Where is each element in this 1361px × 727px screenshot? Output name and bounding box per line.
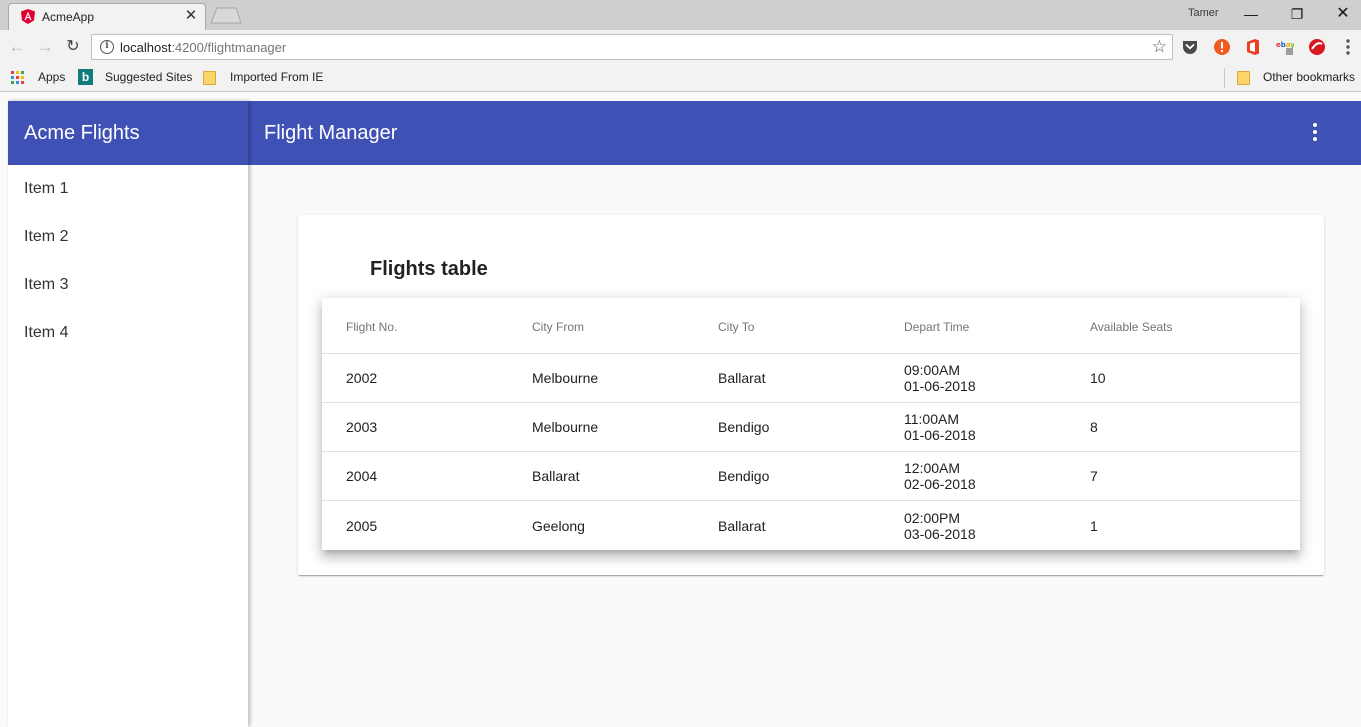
cell-city-to: Bendigo (718, 468, 770, 484)
tab-title: AcmeApp (42, 10, 95, 24)
table-row[interactable]: 2005 Geelong Ballarat 02:00PM 03-06-2018 … (322, 501, 1300, 550)
cell-available-seats: 7 (1090, 468, 1098, 484)
column-header-available-seats[interactable]: Available Seats (1090, 298, 1276, 353)
cell-city-from: Geelong (532, 517, 585, 534)
more-vert-icon[interactable] (1303, 121, 1327, 145)
sidenav-item-4[interactable]: Item 4 (8, 309, 248, 357)
bookmark-star-icon[interactable]: ☆ (1152, 37, 1167, 57)
cell-flight-no: 2004 (346, 468, 378, 484)
column-header-flight-no[interactable]: Flight No. (322, 298, 532, 353)
sidenav-item-1[interactable]: Item 1 (8, 165, 248, 213)
office-extension-icon[interactable] (1244, 38, 1262, 56)
new-tab-button[interactable] (210, 7, 242, 24)
pocket-extension-icon[interactable] (1181, 38, 1199, 56)
cell-city-from: Melbourne (532, 419, 599, 435)
close-window-icon[interactable]: ✕ (1320, 0, 1361, 28)
angular-icon (21, 9, 35, 24)
cell-available-seats: 1 (1090, 517, 1098, 534)
forward-arrow-icon[interactable]: → (34, 36, 56, 58)
cell-city-to: Ballarat (718, 370, 766, 386)
browser-tab[interactable]: AcmeApp ✕ (8, 3, 206, 30)
reload-icon[interactable]: ↻ (62, 36, 84, 58)
bookmark-other-bookmarks[interactable]: Other bookmarks (1263, 70, 1355, 84)
folder-icon (203, 71, 216, 85)
url-host: localhost (120, 40, 172, 55)
card-title: Flights table (370, 258, 488, 280)
url-path: :4200/flightmanager (171, 40, 287, 55)
cell-available-seats: 10 (1090, 370, 1106, 386)
table-header-row: Flight No. City From City To Depart Time… (322, 298, 1300, 354)
table-row[interactable]: 2002 Melbourne Ballarat 09:00AM 01-06-201… (322, 354, 1300, 403)
ebay-extension-icon[interactable]: ebay (1276, 38, 1294, 56)
bookmark-imported-from-ie[interactable]: Imported From IE (230, 70, 323, 84)
cell-city-from: Ballarat (532, 468, 580, 484)
minimize-icon[interactable]: — (1228, 0, 1274, 28)
browser-toolbar: ← → ↻ i localhost:4200/flightmanager ☆ e… (0, 30, 1361, 64)
restore-icon[interactable]: ❐ (1274, 0, 1320, 28)
cell-flight-no: 2003 (346, 419, 378, 435)
cell-available-seats: 8 (1090, 419, 1098, 435)
app-container: Acme Flights Item 1 Item 2 Item 3 Item 4… (8, 101, 1361, 727)
cell-city-to: Ballarat (718, 517, 766, 534)
cell-depart-time: 12:00AM 02-06-2018 (904, 460, 976, 492)
column-header-city-from[interactable]: City From (532, 298, 718, 353)
profile-name[interactable]: Tamer (1188, 7, 1219, 19)
sidenav-item-3[interactable]: Item 3 (8, 261, 248, 309)
address-bar[interactable]: i localhost:4200/flightmanager ☆ (91, 34, 1173, 60)
flights-table: Flight No. City From City To Depart Time… (322, 298, 1300, 550)
tab-close-icon[interactable]: ✕ (182, 7, 200, 25)
cell-city-to: Bendigo (718, 419, 770, 435)
url-text[interactable]: localhost:4200/flightmanager (120, 40, 286, 55)
table-row[interactable]: 2003 Melbourne Bendigo 11:00AM 01-06-2018… (322, 403, 1300, 452)
bookmarks-bar: Apps b Suggested Sites Imported From IE … (0, 64, 1361, 92)
column-header-city-to[interactable]: City To (718, 298, 904, 353)
page-title: Flight Manager (264, 122, 398, 144)
info-icon[interactable]: i (100, 40, 114, 54)
bookmark-suggested-sites[interactable]: Suggested Sites (105, 70, 192, 84)
table-row[interactable]: 2004 Ballarat Bendigo 12:00AM 02-06-2018 … (322, 452, 1300, 501)
app-toolbar: Flight Manager (248, 101, 1361, 165)
trend-micro-extension-icon[interactable] (1308, 38, 1326, 56)
bookmark-apps[interactable]: Apps (38, 70, 65, 84)
browser-titlebar: AcmeApp ✕ Tamer — ❐ ✕ (0, 0, 1361, 30)
chrome-menu-icon[interactable] (1340, 37, 1356, 57)
sidenav-item-2[interactable]: Item 2 (8, 213, 248, 261)
cell-city-from: Melbourne (532, 370, 599, 386)
column-header-depart-time[interactable]: Depart Time (904, 298, 1090, 353)
bing-icon: b (78, 69, 93, 85)
back-arrow-icon[interactable]: ← (6, 36, 28, 58)
svg-text:ebay: ebay (1276, 41, 1294, 49)
apps-grid-icon[interactable] (11, 71, 24, 84)
cell-depart-time: 11:00AM 01-06-2018 (904, 411, 976, 443)
sidenav-title: Acme Flights (8, 101, 248, 165)
bookmarks-divider (1224, 68, 1225, 88)
folder-icon (1237, 71, 1250, 85)
cell-depart-time: 09:00AM 01-06-2018 (904, 362, 976, 394)
flights-card: Flights table Flight No. City From City … (298, 215, 1324, 575)
sidenav: Acme Flights Item 1 Item 2 Item 3 Item 4 (8, 101, 248, 727)
alert-extension-icon[interactable] (1213, 38, 1231, 56)
cell-depart-time: 02:00PM 03-06-2018 (904, 509, 976, 542)
cell-flight-no: 2005 (346, 517, 378, 534)
cell-flight-no: 2002 (346, 370, 378, 386)
